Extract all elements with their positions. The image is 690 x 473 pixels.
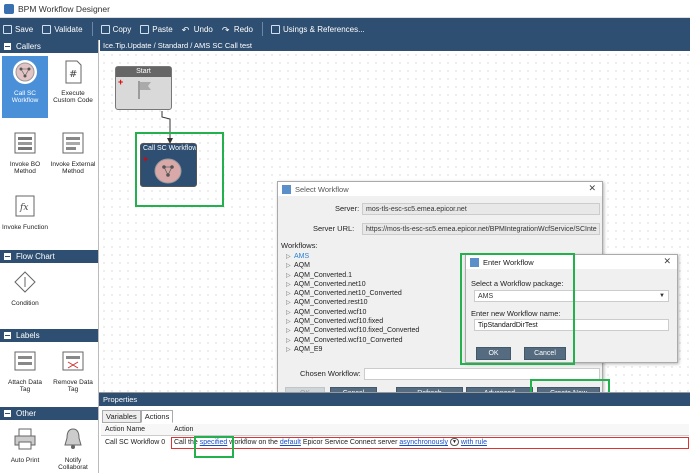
properties-tabs: Variables Actions [102,410,174,423]
copy-icon [100,24,110,34]
condition-icon [14,271,36,293]
collapse-icon [4,253,11,260]
collapse-icon [4,43,11,50]
tree-item[interactable]: ▷ AMS [286,252,471,261]
workflows-label: Workflows: [281,241,318,250]
properties-title: Properties [99,393,690,406]
tool-call-sc-workflow[interactable]: Call SC Workflow [2,56,48,118]
col-action: Action [174,426,194,433]
actions-grid-header: Action Name Action [101,424,689,436]
tree-item[interactable]: ▷ AQM_Converted.1 [286,271,471,280]
col-action-name: Action Name [105,426,146,433]
external-method-icon [62,132,84,154]
tool-auto-print[interactable]: Auto Print [2,426,48,464]
tree-item[interactable]: ▷ AQM_Converted.net10_Converted [286,289,471,298]
server-field[interactable]: mos-tls-esc-sc5.emea.epicor.net [362,203,600,215]
tool-attach-data-tag[interactable]: Attach Data Tag [2,348,48,394]
toolbar: Save Validate Copy Paste ↶ Undo ↷ Redo Usi… [0,18,690,40]
other-section-header[interactable]: Other [0,407,98,420]
tree-item[interactable]: ▷ AQM_Converted.net10 [286,280,471,289]
tool-remove-data-tag[interactable]: Remove Data Tag [50,348,96,394]
copy-button[interactable]: Copy [100,24,131,34]
printer-icon [14,428,36,450]
workflow-node-icon [13,60,37,84]
with-rule-link[interactable]: with rule [461,439,487,446]
save-icon [3,24,12,34]
code-file-icon: # [65,60,82,84]
redo-button[interactable]: ↷ Redo [221,24,253,35]
dropdown-icon[interactable]: ▼ [449,438,459,447]
start-node-label: Start [116,67,171,77]
server-label: Server: [335,204,360,213]
dropdown-arrow-icon[interactable]: ▼ [659,291,665,301]
usings-button[interactable]: Usings & References... [270,24,365,34]
tool-condition[interactable]: Condition [2,269,48,307]
tree-item[interactable]: ▷ AQM_Converted.wcf10_Converted [286,336,471,345]
tool-execute-custom-code[interactable]: # Execute Custom Code [50,59,96,105]
redo-icon: ↷ [221,24,230,35]
app-icon [4,3,14,14]
tree-item[interactable]: ▷ AQM_Converted.wcf10.fixed_Converted [286,326,471,335]
server-url-field[interactable]: https://mos-tls-esc-sc5.emea.epicor.net/… [362,223,600,235]
action-cell: Call the specified workflow on the defau… [171,437,689,449]
function-icon: fx [15,195,35,217]
select-workflow-title-bar: Select Workflow ✕ [278,182,602,196]
server-url-label: Server URL: [313,224,355,233]
collapse-icon [4,332,11,339]
checklist-icon [42,24,52,34]
svg-text:#: # [69,69,77,80]
references-icon [270,24,280,34]
flag-icon [138,81,151,99]
validate-button[interactable]: Validate [42,24,83,34]
callers-section-header[interactable]: Callers [0,40,98,53]
workflows-tree: ▷ AMS ▷ AQM ▷ AQM_Converted.1 ▷ AQM_Converte… [286,252,471,354]
window-title: BPM Workflow Designer [18,3,110,14]
action-name-cell: Call SC Workflow 0 [105,439,166,446]
close-icon[interactable]: ✕ [588,183,596,194]
tag-attach-icon [14,351,36,371]
tree-item[interactable]: ▷ AQM [286,261,471,270]
tool-invoke-external-method[interactable]: Invoke External Method [50,130,96,176]
paste-icon [140,24,150,34]
bo-method-icon [14,132,36,154]
tag-remove-icon [62,351,84,371]
tab-actions[interactable]: Actions [140,410,174,423]
asynchronously-link[interactable]: asynchronously [399,439,448,446]
dialog-icon [282,184,291,194]
undo-icon: ↶ [181,24,190,35]
labels-section-header[interactable]: Labels [0,329,98,342]
bell-icon [64,428,82,449]
undo-button[interactable]: ↶ Undo [181,24,213,35]
breadcrumb: Ice.Tip.Update / Standard / AMS SC Call … [100,40,690,51]
save-button[interactable]: Save [3,24,33,34]
plus-icon[interactable]: + [118,77,123,87]
title-bar: BPM Workflow Designer [0,0,690,18]
collapse-icon [4,410,11,417]
highlight-box [460,253,575,365]
tab-variables[interactable]: Variables [102,410,141,423]
paste-button[interactable]: Paste [140,24,173,34]
toolbar-divider [261,22,263,36]
tool-notify-collaborate[interactable]: Notify Collaborat [50,426,96,472]
toolbar-divider [91,22,93,36]
chosen-workflow-label: Chosen Workflow: [300,369,361,378]
tree-item[interactable]: ▷ AQM_Converted.rest10 [286,298,471,307]
flowchart-section-header[interactable]: Flow Chart [0,250,98,263]
default-link[interactable]: default [280,439,301,446]
tool-invoke-function[interactable]: fx Invoke Function [2,193,48,231]
svg-text:fx: fx [19,203,28,213]
tree-item[interactable]: ▷ AQM_Converted.wcf10 [286,308,471,317]
table-row[interactable]: Call SC Workflow 0 Call the specified wo… [101,436,689,450]
highlight-box [194,436,234,458]
close-icon[interactable]: ✕ [663,256,671,267]
expand-icon[interactable]: ▷ [286,346,294,355]
properties-panel: Properties Variables Actions Action Name… [99,392,690,473]
tree-item[interactable]: ▷ AQM_E9 [286,345,471,354]
activity-toolbox: Callers Call SC Workflow # Execute Custo… [0,40,99,473]
start-node[interactable]: Start + [115,66,172,110]
highlight-box [135,132,224,207]
tree-item[interactable]: ▷ AQM_Converted.wcf10.fixed [286,317,471,326]
tool-invoke-bo-method[interactable]: Invoke BO Method [2,130,48,176]
